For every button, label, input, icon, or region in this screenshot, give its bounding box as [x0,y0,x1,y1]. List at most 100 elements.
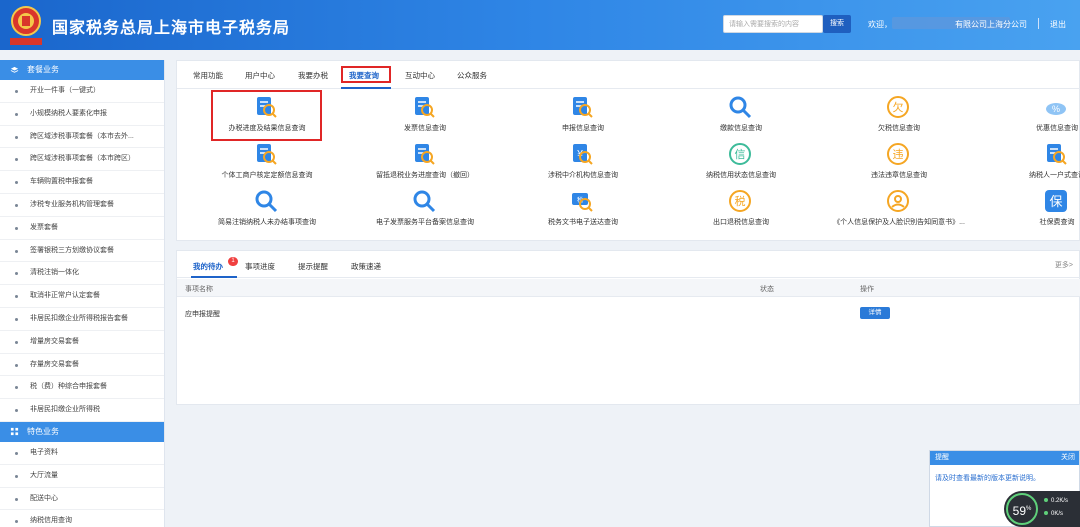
sidebar-item[interactable]: 发票套餐 [0,217,164,240]
sidebar-item[interactable]: 取消非正常户认定套餐 [0,285,164,308]
service-label: 申报信息查询 [562,125,604,132]
active-tab-underline [341,87,391,89]
service-item[interactable]: 发票信息查询 [350,92,500,140]
service-label: 《个人信息保护及人脸识别告知同意书》... [833,219,965,226]
todo-tabs: 我的待办 1 事项进度 提示提醒 政策速递 更多> [177,251,1080,278]
popup-message[interactable]: 请及时查看最新的版本更新说明。 [930,465,1079,491]
welcome-text: 欢迎， [868,20,892,29]
service-item[interactable]: 税税务文书电子送达查询 [508,186,658,234]
sidebar-item[interactable]: 税（费）种综合申报套餐 [0,376,164,400]
export-refund-icon: 税 [729,190,751,212]
taxpayer-icon [1047,144,1067,165]
sidebar-item[interactable]: 存量房交易套餐 [0,354,164,377]
table-header: 事项名称 状态 操作 [177,279,1080,297]
sidebar-item[interactable]: 涉税专业服务机构管理套餐 [0,194,164,217]
service-item[interactable]: 个体工商户核定定额信息查询 [192,139,342,187]
service-item[interactable]: ¥ 涉税中介机构信息查询 [508,139,658,187]
tab-user-center[interactable]: 用户中心 [245,70,275,81]
search-icon [413,190,436,213]
declaration-icon [573,97,593,118]
query-panel: 常用功能 用户中心 我要办税 我要查询 互动中心 公众服务 办税进度及结果信息查… [176,60,1080,241]
sidebar-item[interactable]: 增量房交易套餐 [0,331,164,354]
service-label: 社保费查询 [1039,219,1075,226]
service-item[interactable]: 留抵退税业务进度查询（撤回） [350,139,500,187]
credit-icon: 信 [729,143,751,165]
service-label: 纳税信用状态信息查询 [706,172,776,179]
network-percent: 59% [1006,493,1038,525]
tab-interaction[interactable]: 互动中心 [405,70,435,81]
layers-icon [10,66,19,73]
sidebar-section-packages[interactable]: 套餐业务 [0,60,164,80]
svg-text:%: % [1052,104,1060,114]
sidebar-item[interactable]: 开业一件事（一键式） [0,80,164,103]
sidebar-section-features[interactable]: 特色业务 [0,421,164,442]
column-header: 事项名称 [185,286,213,293]
sidebar-item[interactable]: 纳税信用查询 [0,510,164,527]
search-button[interactable]: 搜索 [823,15,851,33]
service-item[interactable]: 保社保费查询 [982,186,1080,234]
service-item[interactable]: 申报信息查询 [508,92,658,140]
popup-header: 提醒 关闭 [930,451,1079,465]
sidebar-item[interactable]: 电子资料 [0,442,164,465]
table-row: 应申报提醒 详情 [177,305,1080,323]
svg-text:信: 信 [735,148,746,161]
sidebar-item[interactable]: 跨区域涉税事项套餐（本市去外... [0,126,164,149]
discount-icon: % [1046,103,1066,115]
service-item[interactable]: 违违法违章信息查询 [824,139,974,187]
search-icon [729,96,752,119]
sidebar-item[interactable]: 清税注销一体化 [0,262,164,286]
site-title: 国家税务总局上海市电子税务局 [52,18,291,37]
sidebar-section-label: 套餐业务 [27,65,59,74]
service-item[interactable]: 信纳税信用状态信息查询 [666,139,816,187]
network-speed-widget[interactable]: 59% 0.2K/s 0K/s [1004,491,1080,527]
tab-common[interactable]: 常用功能 [193,70,223,81]
service-label: 办税进度及结果信息查询 [228,125,306,132]
tab-progress[interactable]: 事项进度 [245,261,275,272]
sidebar-item[interactable]: 车辆购置税申报套餐 [0,171,164,194]
service-item[interactable]: % 优惠信息查询 [982,92,1080,140]
svg-text:保: 保 [1049,194,1062,209]
logout-link[interactable]: 退出 [1050,19,1066,30]
service-label: 留抵退税业务进度查询（撤回） [376,172,474,179]
detail-button[interactable]: 详情 [860,307,890,319]
violation-icon: 违 [887,143,909,165]
sidebar-item[interactable]: 签署银税三方划缴协议套餐 [0,240,164,263]
service-label: 简易注销纳税人未办结事项查询 [218,219,316,226]
service-item[interactable]: 欠欠税信息查询 [824,92,974,140]
service-item[interactable]: 《个人信息保护及人脸识别告知同意书》... [824,186,974,234]
todo-count-badge: 1 [228,257,238,266]
popup-close-button[interactable]: 关闭 [1061,451,1075,465]
invoice-search-icon [415,97,435,118]
sidebar-item[interactable]: 小规模纳税人要素化申报 [0,103,164,126]
service-item[interactable]: 缴款信息查询 [666,92,816,140]
service-label: 欠税信息查询 [878,125,920,132]
quota-icon [257,144,277,165]
tab-public-service[interactable]: 公众服务 [457,70,487,81]
tab-tax-handling[interactable]: 我要办税 [298,70,328,81]
header: 国家税务总局上海市电子税务局 请输入需要搜索的内容 搜索 欢迎， 有限公司上海分… [0,0,1080,50]
service-item[interactable]: 电子发票服务平台备案信息查询 [350,186,500,234]
tab-policy[interactable]: 政策速递 [351,261,381,272]
sidebar-item[interactable]: 非居民扣缴企业所得税报告套餐 [0,308,164,331]
tab-my-todo[interactable]: 我的待办 [193,261,223,272]
agency-icon: ¥ [573,144,593,165]
sidebar-item[interactable]: 非居民扣缴企业所得税 [0,399,164,422]
sidebar-item[interactable]: 跨区域涉税事项套餐（本市跨区） [0,148,164,172]
refund-progress-icon [415,144,435,165]
service-label: 优惠信息查询 [1036,125,1078,132]
more-link[interactable]: 更多> [1055,260,1073,270]
service-label: 缴款信息查询 [720,125,762,132]
service-item[interactable]: 税出口退税信息查询 [666,186,816,234]
svg-text:违: 违 [893,148,904,161]
header-divider [1038,18,1039,29]
service-item[interactable]: 办税进度及结果信息查询 [192,92,342,140]
search-input[interactable]: 请输入需要搜索的内容 [723,15,823,33]
sidebar-item[interactable]: 配送中心 [0,488,164,511]
sidebar-item[interactable]: 大厅流量 [0,465,164,488]
tab-reminders[interactable]: 提示提醒 [298,261,328,272]
service-item[interactable]: 简易注销纳税人未办结事项查询 [192,186,342,234]
service-item[interactable]: 纳税人一户式查询 [982,139,1080,187]
svg-text:税: 税 [735,194,746,208]
owed-tax-icon: 欠 [887,96,909,118]
main-tabs: 常用功能 用户中心 我要办税 我要查询 互动中心 公众服务 [177,61,1080,89]
